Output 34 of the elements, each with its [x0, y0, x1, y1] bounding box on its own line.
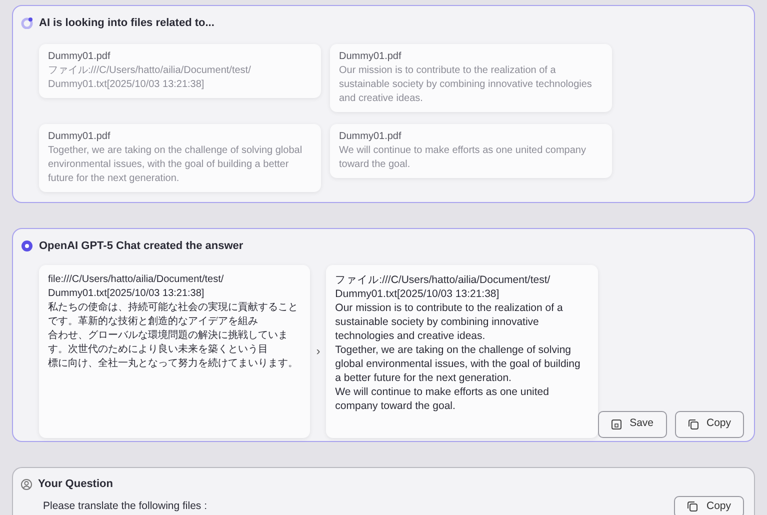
file-name: Dummy01.pdf	[339, 130, 402, 144]
panel-title: OpenAI GPT-5 Chat created the answer	[39, 239, 244, 254]
result-snippet: Our mission is to contribute to the realization of a sustainable society by combining innovative technologies and creative ideas.	[339, 64, 593, 106]
result-snippet: Together, we are taking on the challenge of solving global environmental issues, with the goal of building a better future for the next generation.	[48, 144, 304, 186]
file-name: Dummy01.pdf	[339, 50, 402, 64]
source-text-line: です。革新的な技術と創造的なアイデアを組み	[48, 314, 258, 328]
result-snippet: We will continue to make efforts as one united company toward the goal.	[339, 144, 587, 172]
copy-button[interactable]: Copy	[674, 496, 744, 515]
result-card[interactable]: Dummy01.pdf ファイル:///C/Users/hatto/ailia/Document/test/ Dummy01.txt[2025/10/03 13:21:38]	[39, 44, 321, 98]
copy-button[interactable]: Copy	[674, 410, 744, 438]
question-text: Please translate the following files :	[43, 498, 208, 514]
translated-text-card: ファイル:///C/Users/hatto/ailia/Document/test/ Dummy01.txt[2025/10/03 13:21:38] Our mission is to contribute to the realization of a sustainable society by combining innovative technologies and creative ideas. Together, we are taking on the challenge of solving global environmental issues, with the goal of building a better future for the next generation. We will continue to make efforts as one united company toward the goal.	[326, 264, 598, 438]
save-icon	[610, 418, 622, 430]
source-text-line: file:///C/Users/hatto/ailia/Document/test/	[48, 272, 224, 286]
result-snippet: ファイル:///C/Users/hatto/ailia/Document/test/ Dummy01.txt[2025/10/03 13:21:38]	[48, 64, 252, 92]
source-text-line: 標に向け、全社一丸となって努力を続けてまいります。	[48, 356, 298, 370]
copy-icon	[687, 501, 698, 512]
panel-title: Your Question	[38, 477, 113, 492]
source-text-line: 合わせ、グローバルな環境問題の解決に挑戦していま	[48, 328, 288, 342]
panel-title: AI is looking into files related to...	[39, 16, 214, 31]
save-button[interactable]: Save	[598, 410, 666, 438]
result-card[interactable]: Dummy01.pdf We will continue to make efforts as one united company toward the goal.	[330, 124, 612, 178]
file-name: Dummy01.pdf	[48, 50, 112, 64]
source-text-line: Dummy01.txt[2025/10/03 13:21:38]	[48, 286, 204, 300]
status-dot-icon	[21, 240, 33, 252]
spinner-icon	[21, 17, 33, 30]
result-card[interactable]: Dummy01.pdf Our mission is to contribute to the realization of a sustainable society by combining innovative technologies and creative ideas.	[330, 44, 612, 112]
copy-icon	[688, 418, 698, 430]
source-text-line: す。次世代のためにより良い未来を築くという目	[48, 342, 268, 356]
file-name: Dummy01.pdf	[48, 130, 112, 144]
result-card[interactable]: Dummy01.pdf Together, we are taking on the challenge of solving global environmental issues, with the goal of building a better future for the next generation.	[39, 124, 321, 192]
arrow-icon: ›	[316, 342, 320, 360]
user-icon	[21, 478, 32, 490]
source-text-line: 私たちの使命は、持続可能な社会の実現に貢献すること	[48, 300, 298, 314]
